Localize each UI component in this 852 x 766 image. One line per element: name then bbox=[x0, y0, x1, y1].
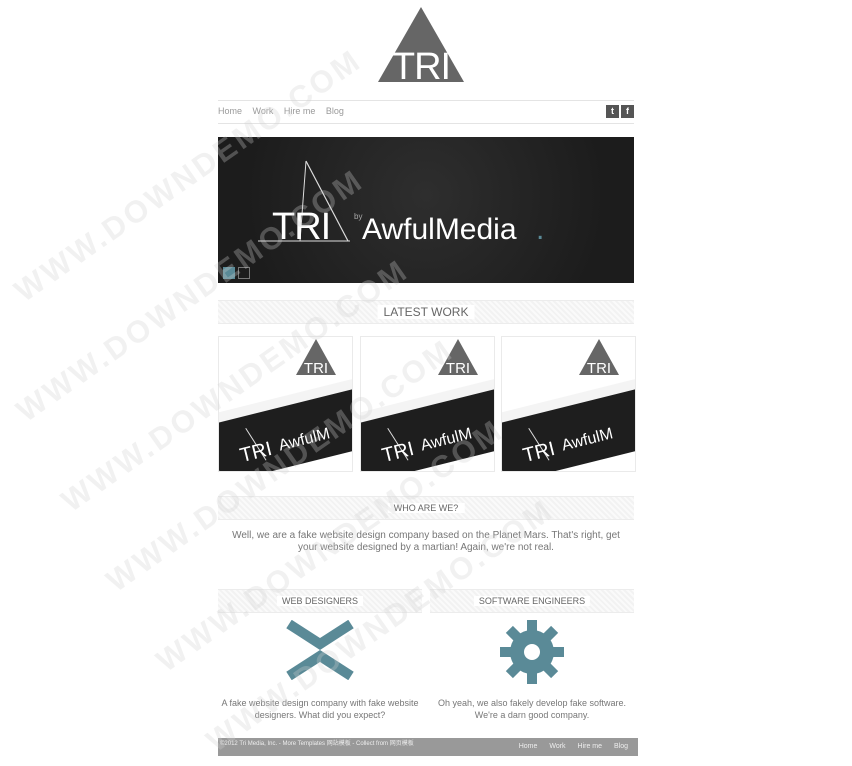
site-logo[interactable]: TRI bbox=[376, 5, 466, 88]
software-engineers-title: SOFTWARE ENGINEERS bbox=[473, 596, 591, 606]
web-designers-title: WEB DESIGNERS bbox=[276, 596, 364, 606]
logo-text: TRI bbox=[392, 46, 450, 83]
hero-brand: AwfulMedia bbox=[362, 213, 517, 246]
thumbnail-preview: TRI TRI AwfulM bbox=[361, 339, 494, 471]
svg-text:TRI: TRI bbox=[446, 360, 470, 377]
work-thumbnail-1[interactable]: TRI TRI AwfulM bbox=[218, 336, 353, 472]
twitter-icon[interactable]: t bbox=[606, 105, 619, 118]
nav-hire-me[interactable]: Hire me bbox=[284, 106, 316, 116]
slider-dot-1[interactable] bbox=[223, 267, 235, 279]
slider-pagination bbox=[223, 267, 250, 279]
work-thumbnail-2[interactable]: TRI TRI AwfulM bbox=[360, 336, 495, 472]
nav-blog[interactable]: Blog bbox=[326, 106, 344, 116]
who-are-we-header: WHO ARE WE? bbox=[218, 496, 634, 520]
thumbnail-preview: TRI TRI AwfulM bbox=[219, 339, 352, 471]
web-designers-text: A fake website design company with fake … bbox=[221, 698, 419, 720]
nav-work[interactable]: Work bbox=[253, 106, 274, 116]
slider-dot-2[interactable] bbox=[238, 267, 250, 279]
footer-nav-home[interactable]: Home bbox=[519, 743, 538, 750]
facebook-icon[interactable]: f bbox=[621, 105, 634, 118]
chevron-icon bbox=[285, 619, 355, 685]
footer-nav-hire-me[interactable]: Hire me bbox=[578, 743, 603, 750]
thumbnail-preview: TRI TRI AwfulM bbox=[502, 339, 635, 471]
main-nav: Home Work Hire me Blog bbox=[218, 106, 352, 116]
work-thumbnail-3[interactable]: TRI TRI AwfulM bbox=[501, 336, 636, 472]
latest-work-title: LATEST WORK bbox=[377, 305, 475, 319]
hero-brand-dot: . bbox=[536, 213, 544, 246]
latest-work-header: LATEST WORK bbox=[218, 300, 634, 324]
hero-logo-text: TRI bbox=[272, 206, 330, 248]
footer-nav-blog[interactable]: Blog bbox=[614, 743, 628, 750]
footer-copyright: ©2012 Tri Media, Inc. - More Templates 网… bbox=[220, 741, 414, 747]
nav-home[interactable]: Home bbox=[218, 106, 242, 116]
footer-nav-work[interactable]: Work bbox=[549, 743, 565, 750]
main-nav-bar: Home Work Hire me Blog t f bbox=[218, 100, 634, 124]
hero-slider[interactable]: TRI by AwfulMedia . bbox=[218, 137, 634, 283]
footer: ©2012 Tri Media, Inc. - More Templates 网… bbox=[218, 738, 638, 756]
hero-graphic: TRI by AwfulMedia . bbox=[258, 160, 544, 248]
web-designers-header: WEB DESIGNERS bbox=[218, 589, 422, 613]
svg-text:TRI: TRI bbox=[587, 360, 611, 377]
who-are-we-title: WHO ARE WE? bbox=[387, 503, 465, 513]
about-text: Well, we are a fake website design compa… bbox=[232, 530, 620, 553]
footer-nav: Home Work Hire me Blog bbox=[509, 743, 628, 750]
social-links: t f bbox=[606, 105, 634, 118]
software-engineers-header: SOFTWARE ENGINEERS bbox=[430, 589, 634, 613]
software-engineers-text: Oh yeah, we also fakely develop fake sof… bbox=[437, 698, 627, 720]
gear-icon bbox=[500, 620, 564, 689]
svg-text:TRI: TRI bbox=[304, 360, 328, 377]
